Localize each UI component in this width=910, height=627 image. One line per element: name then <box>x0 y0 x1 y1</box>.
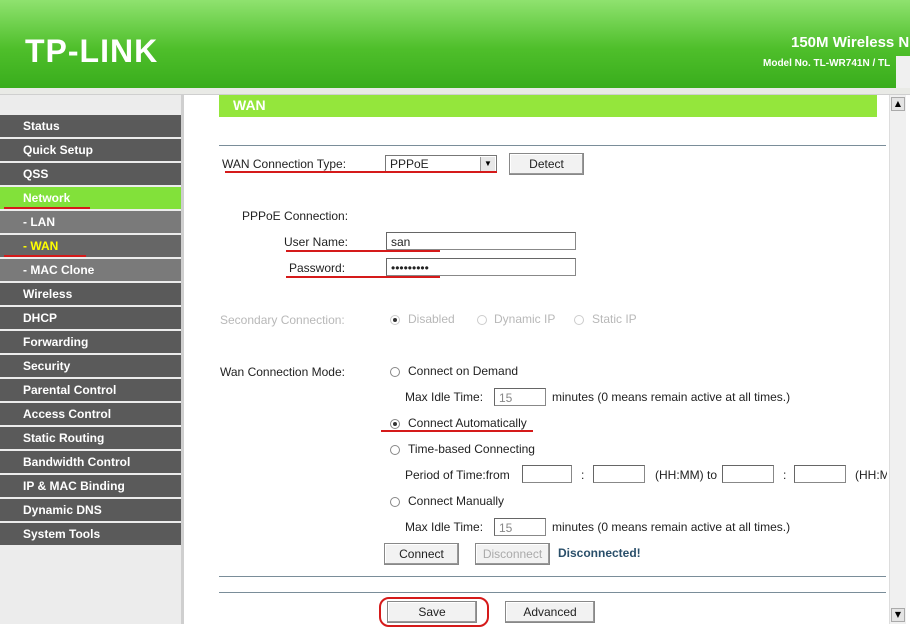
time-based-label: Time-based Connecting <box>408 442 535 456</box>
sidebar-item-wireless[interactable]: Wireless <box>0 283 181 305</box>
sidebar-item-parental-control[interactable]: Parental Control <box>0 379 181 401</box>
divider <box>219 576 886 577</box>
secondary-disabled-label: Disabled <box>408 312 455 326</box>
connect-on-demand-label: Connect on Demand <box>408 364 519 378</box>
advanced-button[interactable]: Advanced <box>505 601 595 623</box>
connect-automatically-label: Connect Automatically <box>408 416 527 430</box>
annotation-underline-network <box>4 207 90 209</box>
sidebar-item-forwarding[interactable]: Forwarding <box>0 331 181 353</box>
max-idle-input-2[interactable]: 15 <box>494 518 546 536</box>
period-from-hour-input[interactable] <box>522 465 572 483</box>
chevron-down-icon: ▼ <box>480 157 495 171</box>
connect-automatically-radio[interactable] <box>390 419 400 429</box>
annotation-underline-username <box>286 250 440 252</box>
page-title: WAN <box>219 95 877 117</box>
hhmm-end-label: (HH:M <box>855 468 887 482</box>
sidebar-item-quick-setup[interactable]: Quick Setup <box>0 139 181 161</box>
max-idle-note-2: minutes (0 means remain active at all ti… <box>552 520 791 534</box>
scroll-up-icon[interactable]: ▲ <box>891 97 905 111</box>
secondary-connection-label: Secondary Connection: <box>220 313 345 327</box>
max-idle-note-1: minutes (0 means remain active at all ti… <box>552 390 791 404</box>
period-label: Period of Time:from <box>405 468 510 482</box>
sidebar-item-status[interactable]: Status <box>0 115 181 137</box>
secondary-static-ip-radio <box>574 315 584 325</box>
secondary-dynamic-ip-radio <box>477 315 487 325</box>
connect-manually-radio[interactable] <box>390 497 400 507</box>
disconnect-button[interactable]: Disconnect <box>475 543 550 565</box>
wan-type-label: WAN Connection Type: <box>222 157 347 171</box>
scroll-down-icon[interactable]: ▼ <box>891 608 905 622</box>
annotation-underline-wan <box>4 255 86 257</box>
divider <box>219 592 886 593</box>
connect-on-demand-radio[interactable] <box>390 367 400 377</box>
hhmm-to-label: (HH:MM) to <box>655 468 717 482</box>
sidebar-item-bandwidth-control[interactable]: Bandwidth Control <box>0 451 181 473</box>
colon-1: : <box>581 468 585 482</box>
annotation-underline-auto <box>381 430 533 432</box>
annotation-underline-wan-type <box>225 171 497 173</box>
connection-status: Disconnected! <box>558 546 641 560</box>
sidebar-item-mac-clone[interactable]: - MAC Clone <box>0 259 181 281</box>
sidebar-item-lan[interactable]: - LAN <box>0 211 181 233</box>
sidebar-item-access-control[interactable]: Access Control <box>0 403 181 425</box>
max-idle-label-1: Max Idle Time: <box>405 390 484 404</box>
period-to-hour-input[interactable] <box>722 465 774 483</box>
header-scroll-edge <box>896 56 910 88</box>
connect-button[interactable]: Connect <box>384 543 459 565</box>
password-label: Password: <box>289 261 346 275</box>
secondary-dynamic-ip-label: Dynamic IP <box>494 312 556 326</box>
connect-manually-label: Connect Manually <box>408 494 505 508</box>
wan-type-value: PPPoE <box>390 157 429 171</box>
password-input[interactable]: ••••••••• <box>386 258 576 276</box>
time-based-radio[interactable] <box>390 445 400 455</box>
product-name: 150M Wireless N <box>791 34 910 51</box>
pppoe-heading: PPPoE Connection: <box>242 209 349 223</box>
sidebar-item-network[interactable]: Network <box>0 187 181 209</box>
main-panel: WAN WAN Connection Type: PPPoE ▼ Detect … <box>190 95 890 627</box>
vertical-scrollbar[interactable]: ▲ ▼ <box>889 95 906 624</box>
sidebar-item-wan[interactable]: - WAN <box>0 235 181 257</box>
header-divider <box>0 88 910 95</box>
username-input[interactable]: san <box>386 232 576 250</box>
sidebar-item-security[interactable]: Security <box>0 355 181 377</box>
sidebar-item-ip-mac-binding[interactable]: IP & MAC Binding <box>0 475 181 497</box>
max-idle-input-1[interactable]: 15 <box>494 388 546 406</box>
sidebar-item-qss[interactable]: QSS <box>0 163 181 185</box>
save-button[interactable]: Save <box>387 601 477 623</box>
secondary-disabled-radio <box>390 315 400 325</box>
sidebar-item-system-tools[interactable]: System Tools <box>0 523 181 545</box>
wan-mode-label: Wan Connection Mode: <box>220 365 345 379</box>
divider <box>219 145 886 146</box>
period-to-minute-input[interactable] <box>794 465 846 483</box>
annotation-underline-password <box>286 276 440 278</box>
sidebar-menu: Status Quick Setup QSS Network - LAN - W… <box>0 95 184 624</box>
sidebar-item-dynamic-dns[interactable]: Dynamic DNS <box>0 499 181 521</box>
username-label: User Name: <box>284 235 349 249</box>
sidebar-item-dhcp[interactable]: DHCP <box>0 307 181 329</box>
sidebar-item-static-routing[interactable]: Static Routing <box>0 427 181 449</box>
detect-button[interactable]: Detect <box>509 153 584 175</box>
period-from-minute-input[interactable] <box>593 465 645 483</box>
colon-2: : <box>783 468 787 482</box>
tp-link-logo: TP-LINK <box>25 33 159 69</box>
header-banner: TP-LINK 150M Wireless N Model No. TL-WR7… <box>0 0 910 88</box>
max-idle-label-2: Max Idle Time: <box>405 520 484 534</box>
model-number: Model No. TL-WR741N / TL <box>763 58 891 69</box>
secondary-static-ip-label: Static IP <box>592 312 637 326</box>
